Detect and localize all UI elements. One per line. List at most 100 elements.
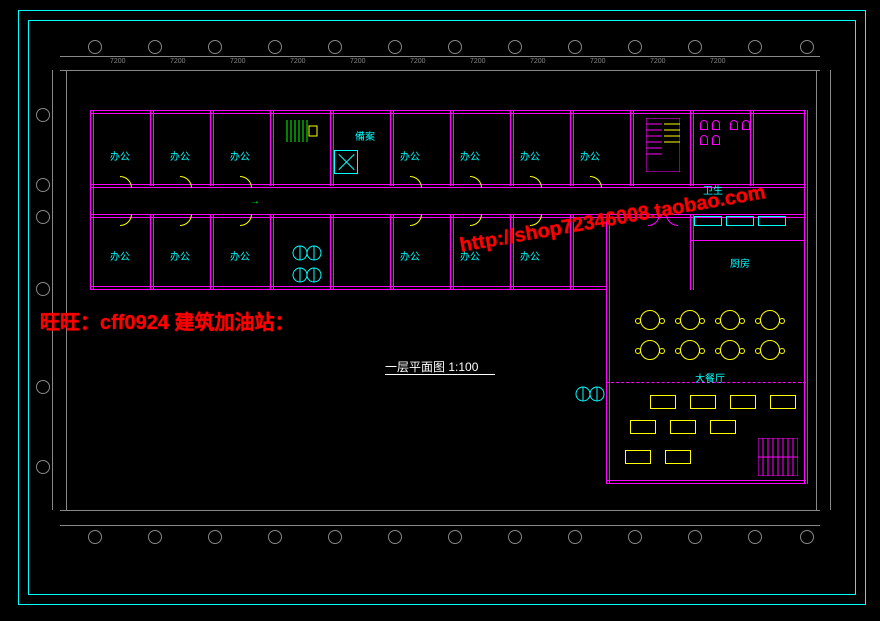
grid-bubble (268, 530, 282, 544)
room-label: 办公 (400, 248, 420, 263)
wc-fixture-icon (700, 135, 708, 145)
dim-line-left (52, 70, 53, 510)
grid-bubble (268, 40, 282, 54)
drawing-title: 一层平面图 1:100 (385, 358, 478, 375)
wall-v (690, 110, 694, 186)
room-label: 办公 (400, 148, 420, 163)
wall-v (570, 110, 574, 186)
room-label: 办公 (170, 248, 190, 263)
room-label: 办公 (110, 148, 130, 163)
grid-bubble (628, 40, 642, 54)
rect-table-icon (630, 420, 656, 434)
wall-v (210, 214, 214, 290)
wc-fixture-icon (712, 120, 720, 130)
wall-v (270, 110, 274, 186)
dim-line-right2 (816, 70, 817, 510)
grid-bubble (688, 530, 702, 544)
rect-table-icon (710, 420, 736, 434)
rect-table-icon (770, 395, 796, 409)
wc-fixture-icon (742, 120, 750, 130)
wall-v (330, 110, 334, 186)
dim-text: 7200 (410, 58, 426, 65)
double-door-icon (292, 244, 322, 262)
grid-bubble (328, 530, 342, 544)
wall-right (804, 110, 808, 290)
watermark-left: 旺旺：cff0924 建筑加油站： (40, 306, 295, 335)
wall-wing-right (804, 286, 808, 484)
grid-bubble (568, 40, 582, 54)
dim-line-bot2 (60, 525, 820, 526)
rect-table-icon (690, 395, 716, 409)
wall-v (150, 214, 154, 290)
dim-text: 7200 (230, 58, 246, 65)
wall-v (450, 110, 454, 186)
dim-line-bot (60, 510, 820, 511)
dim-text: 7200 (110, 58, 126, 65)
grid-bubble-row (36, 460, 50, 474)
room-label: 办公 (580, 148, 600, 163)
dim-text: 7200 (710, 58, 726, 65)
stair-bottom (758, 438, 798, 476)
rect-table-icon (650, 395, 676, 409)
round-table-icon (680, 340, 700, 360)
wc-fixture-icon (730, 120, 738, 130)
grid-bubble (88, 530, 102, 544)
dim-text: 7200 (590, 58, 606, 65)
dim-line-left2 (66, 70, 67, 510)
round-table-icon (640, 340, 660, 360)
dim-line-top (60, 56, 820, 57)
stair-top (285, 118, 319, 144)
room-label: 办公 (460, 148, 480, 163)
dim-line-top2 (60, 70, 820, 71)
grid-bubble (748, 530, 762, 544)
wall-v (750, 110, 754, 186)
grid-bubble (148, 40, 162, 54)
round-table-icon (720, 310, 740, 330)
rect-table-icon (665, 450, 691, 464)
dim-text: 7200 (350, 58, 366, 65)
rect-table-icon (625, 450, 651, 464)
room-label: 办公 (110, 248, 130, 263)
wall-mid-bottom (90, 286, 606, 290)
grid-bubble-row (36, 210, 50, 224)
room-label-pantry: 備案 (355, 128, 375, 143)
round-table-icon (640, 310, 660, 330)
stair-right (646, 118, 680, 172)
grid-bubble-row (36, 380, 50, 394)
arrow-icon: → (250, 196, 260, 207)
grid-bubble (688, 40, 702, 54)
wall-top (90, 110, 806, 114)
grid-bubble-row (36, 282, 50, 296)
counter-icon (694, 216, 722, 226)
dim-text: 7200 (530, 58, 546, 65)
double-door-icon (575, 385, 605, 403)
wall-v (150, 110, 154, 186)
wall-v (630, 110, 634, 186)
dim-text: 7200 (170, 58, 186, 65)
wall-v (390, 214, 394, 290)
dim-text: 7200 (650, 58, 666, 65)
dim-text: 7200 (290, 58, 306, 65)
grid-bubble (388, 530, 402, 544)
room-label: 办公 (520, 148, 540, 163)
wall-v (510, 110, 514, 186)
wall-v (450, 214, 454, 290)
grid-bubble (508, 530, 522, 544)
dim-text: 7200 (470, 58, 486, 65)
grid-bubble (448, 530, 462, 544)
wall-wing-left (606, 286, 610, 484)
room-label-dining: 大餐厅 (695, 370, 725, 385)
wall-v (210, 110, 214, 186)
wall-v (390, 110, 394, 186)
grid-bubble (208, 40, 222, 54)
round-table-icon (760, 310, 780, 330)
rect-table-icon (730, 395, 756, 409)
grid-bubble (628, 530, 642, 544)
grid-bubble (568, 530, 582, 544)
elevator-icon (334, 150, 358, 174)
room-label: 办公 (170, 148, 190, 163)
wall-v (270, 214, 274, 290)
grid-bubble (88, 40, 102, 54)
room-label: 办公 (230, 248, 250, 263)
counter-icon (726, 216, 754, 226)
